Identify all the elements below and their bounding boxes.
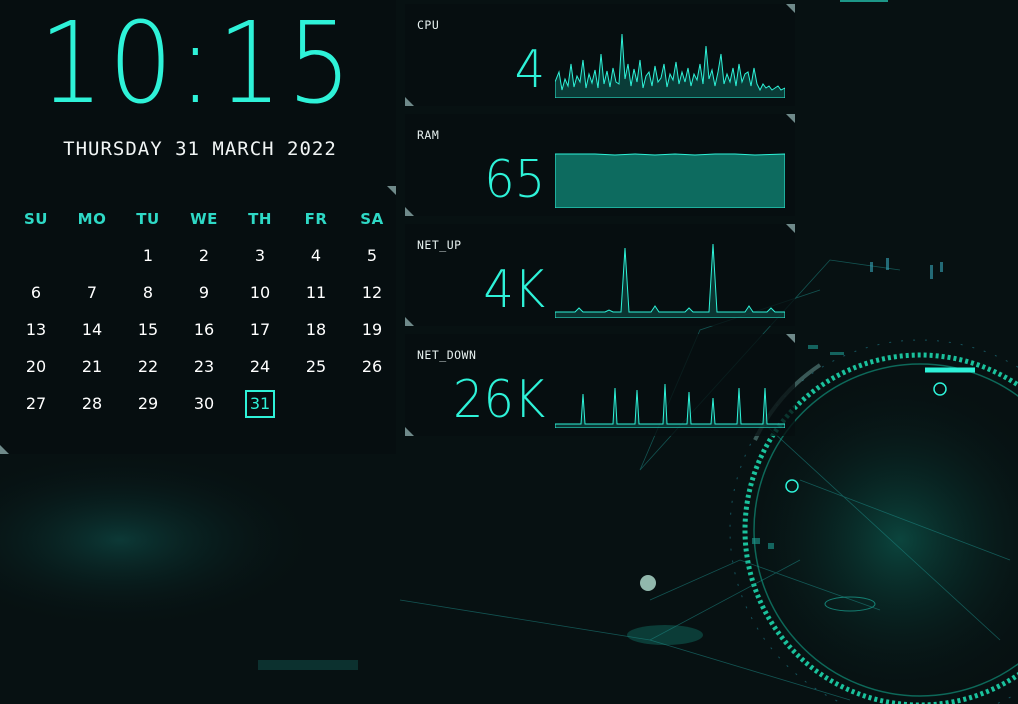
- ram-monitor: RAM 65: [405, 114, 795, 216]
- net-up-monitor: NET_UP 4K: [405, 224, 795, 326]
- calendar-day: 29: [137, 394, 159, 413]
- calendar-day: 9: [198, 283, 210, 302]
- calendar-day: 23: [193, 357, 215, 376]
- calendar-day: 26: [361, 357, 383, 376]
- calendar-day: 18: [305, 320, 327, 339]
- calendar-week: 20 21 22 23 24 25 26: [8, 348, 400, 385]
- panel-corner-marker: [0, 445, 9, 454]
- calendar-day: 8: [142, 283, 154, 302]
- weekday-label: FR: [304, 209, 328, 228]
- monitor-value: 4: [514, 40, 545, 100]
- calendar-day: 24: [249, 357, 271, 376]
- ram-graph-area: [555, 153, 785, 208]
- net-down-graph-line: [555, 383, 785, 428]
- calendar-day: 19: [361, 320, 383, 339]
- panel-corner-marker: [405, 97, 414, 106]
- monitor-value: 26K: [452, 370, 545, 430]
- calendar-widget: SU MO TU WE TH FR SA 1 2 3 4 5 6 7 8 9 1…: [0, 186, 396, 454]
- calendar-day: 11: [305, 283, 327, 302]
- panel-corner-marker: [786, 114, 795, 123]
- cpu-graph-area: [555, 33, 785, 98]
- monitor-label: NET_DOWN: [417, 348, 477, 362]
- calendar-weekday-header: SU MO TU WE TH FR SA: [8, 200, 400, 237]
- calendar-day: 2: [198, 246, 210, 265]
- clock-date: THURSDAY 31 MARCH 2022: [63, 138, 337, 160]
- clock-time: 10:15: [39, 0, 357, 129]
- calendar-day: 6: [30, 283, 42, 302]
- calendar-day: 15: [137, 320, 159, 339]
- calendar-day: 1: [142, 246, 154, 265]
- cpu-monitor: CPU 4: [405, 4, 795, 106]
- panel-corner-marker: [786, 334, 795, 343]
- panel-corner-marker: [786, 224, 795, 233]
- calendar-week: 6 7 8 9 10 11 12: [8, 274, 400, 311]
- calendar-day: 10: [249, 283, 271, 302]
- monitor-label: CPU: [417, 18, 440, 32]
- monitor-label: NET_UP: [417, 238, 462, 252]
- calendar-day: 28: [81, 394, 103, 413]
- calendar-day: 30: [193, 394, 215, 413]
- calendar-day: 13: [25, 320, 47, 339]
- monitor-value: 4K: [483, 260, 545, 320]
- calendar-day: 27: [25, 394, 47, 413]
- weekday-label: WE: [190, 209, 218, 228]
- monitor-label: RAM: [417, 128, 440, 142]
- panel-corner-marker: [405, 207, 414, 216]
- calendar-day: 3: [254, 246, 266, 265]
- panel-corner-marker: [387, 186, 396, 195]
- net-up-graph: [555, 244, 785, 318]
- calendar-day: 7: [86, 283, 98, 302]
- calendar-day: 14: [81, 320, 103, 339]
- calendar-day: 4: [310, 246, 322, 265]
- calendar-day-today: 31: [232, 389, 288, 418]
- net-up-graph-line: [555, 244, 785, 318]
- calendar-day: 16: [193, 320, 215, 339]
- calendar-day: 20: [25, 357, 47, 376]
- calendar-grid: SU MO TU WE TH FR SA 1 2 3 4 5 6 7 8 9 1…: [8, 200, 400, 422]
- panel-corner-marker: [405, 427, 414, 436]
- weekday-label: TH: [248, 209, 272, 228]
- panel-corner-marker: [786, 4, 795, 13]
- calendar-day: 5: [366, 246, 378, 265]
- net-down-graph: [555, 383, 785, 428]
- monitor-value: 65: [484, 150, 545, 210]
- weekday-label: TU: [136, 209, 160, 228]
- calendar-week: 1 2 3 4 5: [8, 237, 400, 274]
- weekday-label: SU: [24, 209, 48, 228]
- calendar-day: 21: [81, 357, 103, 376]
- weekday-label: MO: [77, 209, 107, 228]
- today-marker: 31: [245, 389, 275, 418]
- cpu-graph: [555, 33, 785, 98]
- panel-corner-marker: [405, 317, 414, 326]
- calendar-day: 25: [305, 357, 327, 376]
- ram-graph: [555, 153, 785, 208]
- calendar-day: 12: [361, 283, 383, 302]
- calendar-week: 27 28 29 30 31: [8, 385, 400, 422]
- weekday-label: SA: [360, 209, 384, 228]
- calendar-day: 22: [137, 357, 159, 376]
- clock-widget: 10:15 THURSDAY 31 MARCH 2022: [0, 0, 396, 186]
- net-down-monitor: NET_DOWN 26K: [405, 334, 795, 436]
- calendar-week: 13 14 15 16 17 18 19: [8, 311, 400, 348]
- calendar-day: 17: [249, 320, 271, 339]
